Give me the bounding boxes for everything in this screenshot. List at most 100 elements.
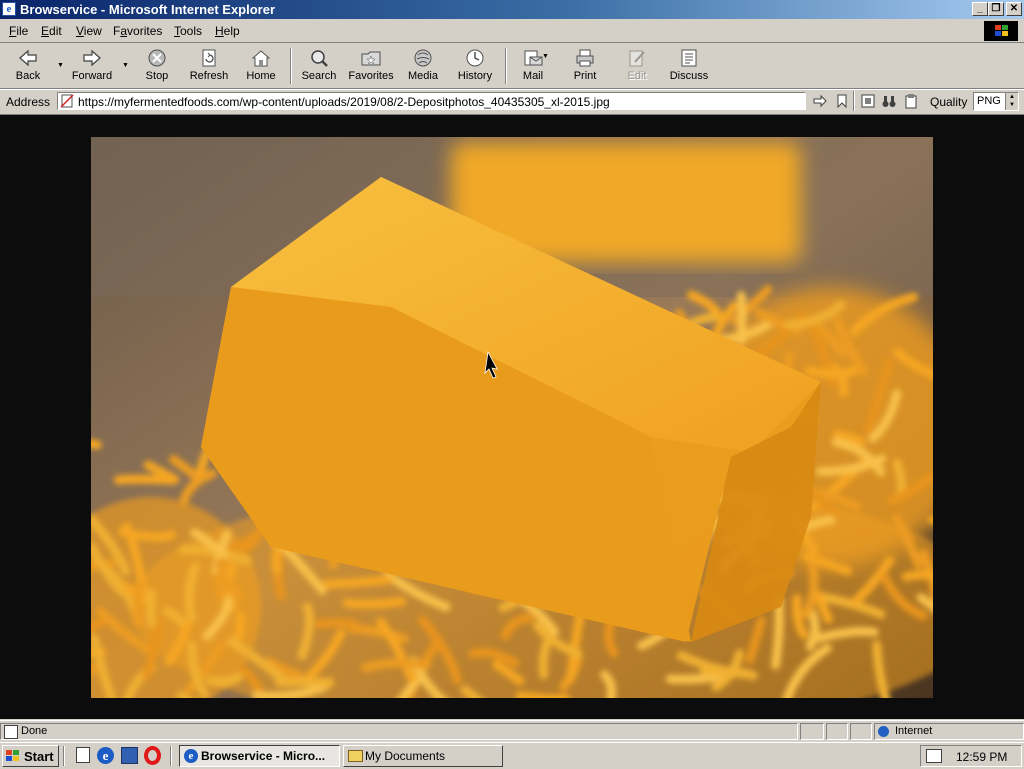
forward-arrow-icon [81,48,103,68]
media-label: Media [404,70,442,82]
favorites-button[interactable]: Favorites [346,46,396,86]
menu-favorites[interactable]: Favorites [113,24,162,38]
view-source-icon[interactable] [860,93,876,109]
ie-icon: e [2,2,16,16]
status-cell [850,723,872,740]
taskbar: Start e e Browservice - Micro... My Docu… [0,742,1024,769]
task-label: Browservice - Micro... [201,749,325,763]
internet-globe-icon [878,726,889,737]
search-icon [308,48,330,68]
forward-label: Forward [70,70,114,82]
start-button[interactable]: Start [2,745,59,767]
address-bar: Address https://myfermentedfoods.com/wp-… [0,89,1024,115]
status-text-cell: Done [0,723,798,740]
opera-icon[interactable] [144,746,161,765]
menu-view[interactable]: View [76,24,102,38]
taskbar-task-my-documents[interactable]: My Documents [343,745,503,767]
history-label: History [454,70,496,82]
taskbar-task-browservice[interactable]: e Browservice - Micro... [179,745,340,767]
menu-edit[interactable]: Edit [41,24,62,38]
menu-tools[interactable]: Tools [174,24,202,38]
internet-explorer-icon[interactable]: e [97,747,114,764]
cheese-shred [347,602,402,605]
clock[interactable]: 12:59 PM [956,750,1007,764]
start-label: Start [24,749,54,764]
ie-icon: e [184,749,198,763]
title-bar[interactable]: e Browservice - Microsoft Internet Explo… [0,0,1024,19]
stop-icon [146,48,168,68]
quality-select[interactable]: PNG ▲▼ [973,92,1019,111]
window-title: Browservice - Microsoft Internet Explore… [20,2,275,17]
show-desktop-icon[interactable] [76,747,90,763]
cheese-shred [276,545,278,571]
cheese-shred [319,623,354,625]
network-icon[interactable] [121,747,138,764]
address-separator [853,91,855,111]
cheese-shred [91,669,94,670]
home-button[interactable]: Home [243,46,279,86]
quality-spinner-icon[interactable]: ▲▼ [1005,93,1018,110]
menu-file[interactable]: File [9,24,28,38]
back-arrow-icon [17,48,39,68]
mail-dropdown-icon[interactable]: ▼ [542,53,549,60]
discuss-label: Discuss [668,70,710,82]
mail-button[interactable]: Mail [515,46,551,86]
menu-bar: File Edit View Favorites Tools Help [0,20,1024,43]
printer-icon [574,48,596,68]
menu-help[interactable]: Help [215,24,240,38]
media-icon [412,48,434,68]
windows-logo-icon [984,21,1018,41]
forward-dropdown-icon[interactable]: ▼ [122,62,129,69]
bookmark-icon[interactable] [834,93,850,109]
cheese-shred [809,369,856,374]
search-button[interactable]: Search [300,46,338,86]
zone-text: Internet [895,725,932,737]
cheese-shred [897,463,902,494]
cheese-shred [326,580,388,584]
history-button[interactable]: History [454,46,496,86]
cheese-shred [520,696,566,698]
cheddar-cheese-image [91,137,933,698]
history-icon [464,48,486,68]
cheese-shred [906,575,933,578]
status-text: Done [21,725,47,737]
close-button[interactable]: ✕ [1006,2,1022,16]
task-label: My Documents [365,749,445,763]
toolbar-separator [290,48,292,84]
media-button[interactable]: Media [404,46,442,86]
forward-button[interactable]: Forward [70,46,114,86]
search-label: Search [300,70,338,82]
clipboard-icon[interactable] [903,93,919,109]
restore-icon: ❐ [992,3,1001,14]
toolbar-separator [505,48,507,84]
back-button[interactable]: Back [8,46,48,86]
discuss-button[interactable]: Discuss [668,46,710,86]
stop-button[interactable]: Stop [140,46,174,86]
back-dropdown-icon[interactable]: ▼ [57,62,64,69]
back-label: Back [8,70,48,82]
cheese-shred [810,613,815,647]
stop-label: Stop [140,70,174,82]
refresh-button[interactable]: Refresh [188,46,230,86]
zone-cell: Internet [874,723,1024,740]
cheese-shred [137,585,140,622]
page-viewport[interactable] [0,115,1024,719]
edit-button[interactable]: Edit [620,46,654,86]
status-cell [800,723,824,740]
standard-toolbar: Back ▼ Forward ▼ Stop Refresh Home Searc… [0,44,1024,89]
refresh-icon [198,48,220,68]
quality-value: PNG [977,95,1001,107]
taskbar-separator [170,746,172,766]
restore-button[interactable]: ❐ [988,2,1004,16]
address-input[interactable]: https://myfermentedfoods.com/wp-content/… [57,92,806,110]
minimize-button[interactable]: _ [972,2,988,16]
go-arrow-icon[interactable] [812,93,828,109]
mail-label: Mail [515,70,551,82]
cheese-shred [151,593,152,623]
windows-flag-icon [6,750,20,762]
home-label: Home [243,70,279,82]
print-button[interactable]: Print [568,46,602,86]
find-binoculars-icon[interactable] [881,93,897,109]
mail-icon [522,48,544,68]
tray-app-icon[interactable] [926,749,942,763]
